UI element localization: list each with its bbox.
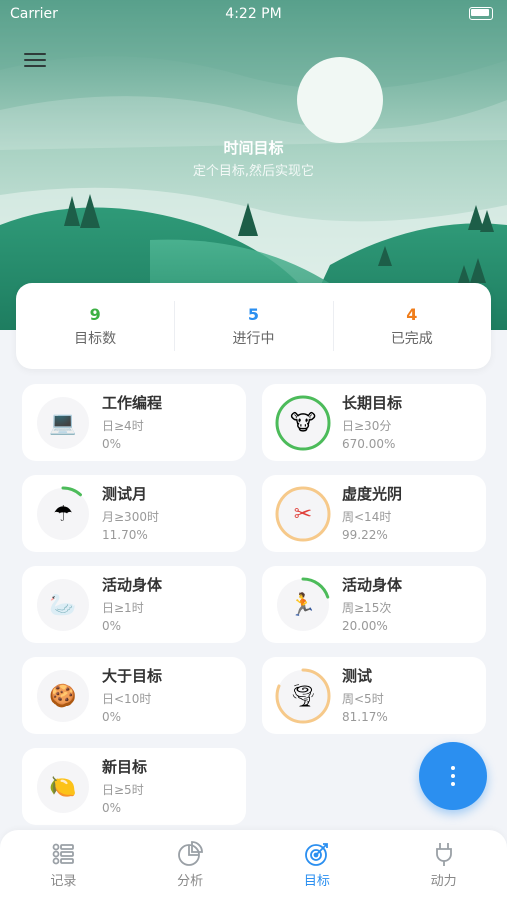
- goal-card[interactable]: 🌪 测试 周<5时 81.17%: [262, 657, 486, 734]
- goal-condition: 周<5时: [342, 692, 384, 706]
- goal-title: 测试月: [102, 485, 148, 503]
- progress-ring: 🦢: [34, 576, 92, 634]
- goal-title: 新目标: [102, 758, 148, 776]
- progress-ring: ☂: [34, 485, 92, 543]
- more-actions-button[interactable]: [419, 742, 487, 810]
- goal-card[interactable]: 🍋 新目标 日≥5时 0%: [22, 748, 246, 825]
- goal-percent: 670.00%: [342, 437, 396, 451]
- goal-card[interactable]: 💻 工作编程 日≥4时 0%: [22, 384, 246, 461]
- target-icon: [254, 840, 381, 868]
- tab-record[interactable]: 记录: [0, 830, 127, 900]
- lemon-icon: 🍋: [49, 774, 77, 800]
- goal-percent: 11.70%: [102, 528, 148, 542]
- tab-analysis[interactable]: 分析: [127, 830, 254, 900]
- running-icon: 🏃: [289, 592, 317, 618]
- stat-in-progress: 5 进行中: [174, 283, 332, 369]
- progress-ring: 🍪: [34, 667, 92, 725]
- goal-percent: 81.17%: [342, 710, 388, 724]
- stat-value: 5: [247, 305, 260, 324]
- status-bar: Carrier 4:22 PM: [0, 0, 507, 28]
- goal-card[interactable]: ✂ 虚度光阴 周<14时 99.22%: [262, 475, 486, 552]
- goal-card[interactable]: ☂ 测试月 月≥300时 11.70%: [22, 475, 246, 552]
- goal-percent: 0%: [102, 437, 122, 451]
- page-subtitle: 定个目标,然后实现它: [192, 164, 315, 179]
- goal-percent: 0%: [102, 801, 122, 815]
- progress-ring: 🏃: [274, 576, 332, 634]
- goal-title: 测试: [342, 667, 373, 685]
- battery-icon: [469, 7, 493, 20]
- page-title: 时间目标: [223, 139, 284, 157]
- progress-ring: 🐮: [274, 394, 332, 452]
- goal-title: 长期目标: [342, 394, 403, 412]
- goal-title: 活动身体: [102, 576, 163, 594]
- pie-chart-icon: [127, 840, 254, 868]
- stat-value: 9: [89, 305, 101, 324]
- goal-condition: 周<14时: [342, 510, 392, 524]
- laptop-icon: 💻: [49, 410, 77, 436]
- goal-card[interactable]: 🏃 活动身体 周≥15次 20.00%: [262, 566, 486, 643]
- stats-panel: 9 目标数 5 进行中 4 已完成: [16, 283, 491, 369]
- goal-title: 大于目标: [102, 667, 163, 685]
- goal-title: 活动身体: [342, 576, 403, 594]
- tab-label: 记录: [50, 874, 77, 889]
- goal-condition: 日≥1时: [102, 601, 144, 615]
- plug-icon: [380, 840, 507, 868]
- menu-button[interactable]: [24, 50, 46, 68]
- goal-percent: 20.00%: [342, 619, 388, 633]
- progress-ring: 💻: [34, 394, 92, 452]
- stat-label: 已完成: [390, 331, 433, 347]
- goal-condition: 月≥300时: [102, 510, 159, 524]
- goal-card[interactable]: 🦢 活动身体 日≥1时 0%: [22, 566, 246, 643]
- stat-label: 目标数: [74, 331, 117, 347]
- tornado-icon: 🌪: [289, 683, 317, 709]
- scissors-icon: ✂: [293, 501, 313, 527]
- goal-card[interactable]: 🍪 大于目标 日<10时 0%: [22, 657, 246, 734]
- tab-label: 动力: [430, 874, 457, 889]
- progress-ring: 🍋: [34, 758, 92, 816]
- goal-percent: 0%: [102, 710, 122, 724]
- clock: 4:22 PM: [225, 6, 282, 22]
- tab-goals[interactable]: 目标: [254, 830, 381, 900]
- tab-bar: 记录 分析 目标 动力: [0, 830, 507, 900]
- goal-percent: 99.22%: [342, 528, 388, 542]
- menu-icon: [24, 53, 46, 55]
- goal-condition: 日≥30分: [342, 419, 392, 433]
- stat-completed: 4 已完成: [332, 283, 491, 369]
- tab-label: 分析: [177, 874, 204, 889]
- record-icon: [0, 840, 127, 868]
- stat-value: 4: [406, 305, 418, 324]
- progress-ring: 🌪: [274, 667, 332, 725]
- cow-icon: 🐮: [289, 410, 317, 436]
- goal-condition: 日<10时: [102, 692, 152, 706]
- tab-label: 目标: [303, 874, 330, 889]
- umbrella-icon: ☂: [53, 501, 73, 527]
- swan-icon: 🦢: [49, 592, 77, 618]
- stat-label: 进行中: [232, 331, 275, 347]
- goal-title: 虚度光阴: [342, 485, 403, 503]
- tab-motivation[interactable]: 动力: [380, 830, 507, 900]
- goal-condition: 日≥4时: [102, 419, 144, 433]
- goal-condition: 日≥5时: [102, 783, 144, 797]
- goal-percent: 0%: [102, 619, 122, 633]
- stat-total: 9 目标数: [16, 283, 174, 369]
- goal-condition: 周≥15次: [342, 601, 392, 615]
- goal-card[interactable]: 🐮 长期目标 日≥30分 670.00%: [262, 384, 486, 461]
- goal-title: 工作编程: [102, 394, 163, 412]
- progress-ring: ✂: [274, 485, 332, 543]
- more-vertical-icon: [451, 764, 455, 788]
- gingerbread-icon: 🍪: [49, 683, 77, 709]
